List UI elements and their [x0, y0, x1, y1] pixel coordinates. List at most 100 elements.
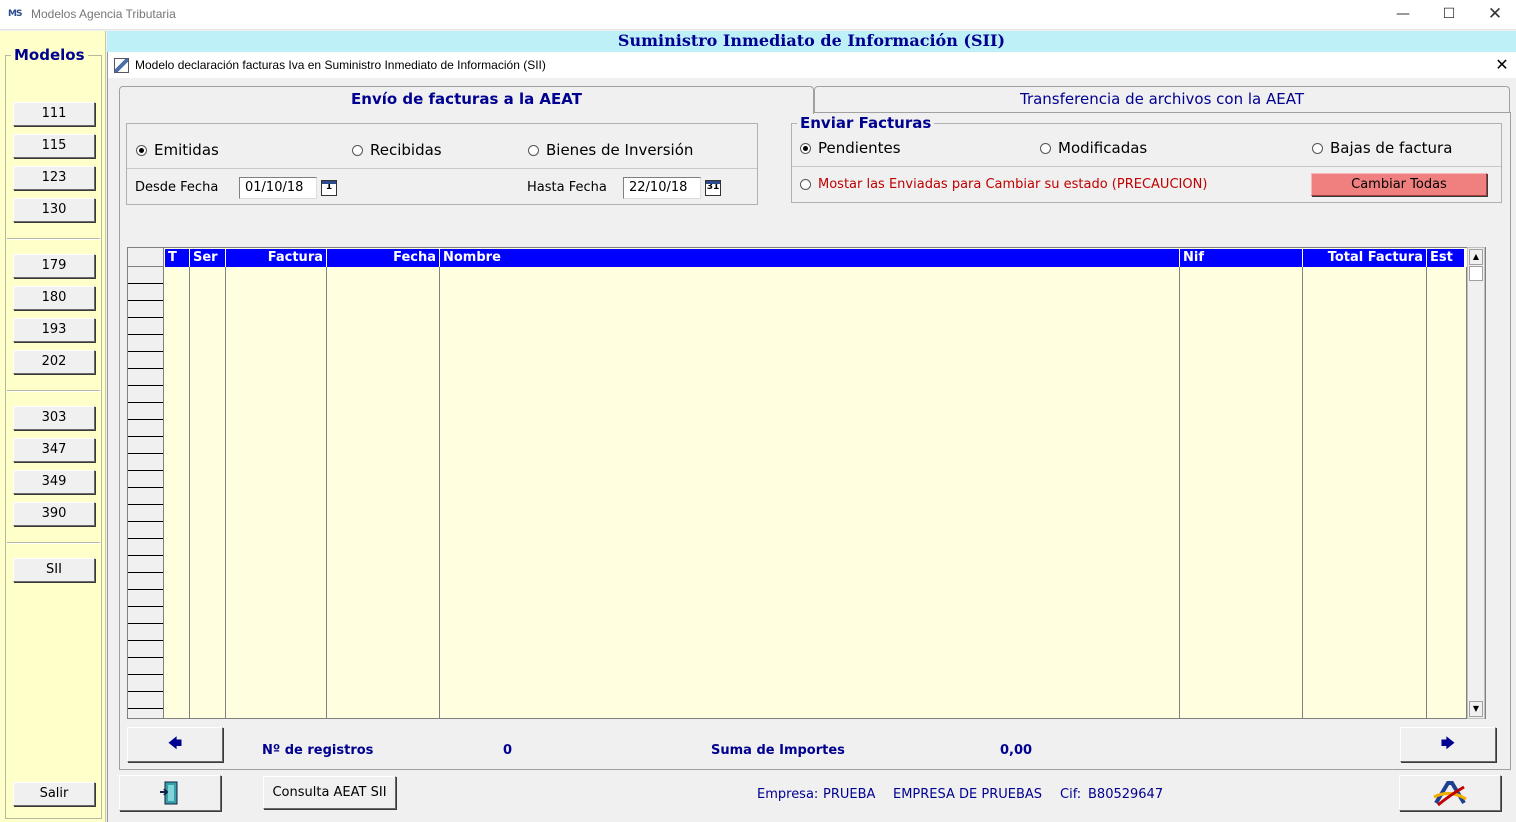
modelo-347-button[interactable]: 347 — [13, 438, 95, 462]
modelo-130-button[interactable]: 130 — [13, 198, 95, 222]
radio-checked-icon — [800, 142, 811, 154]
minimize-button[interactable]: — — [1380, 3, 1426, 27]
radio-label: Recibidas — [370, 141, 442, 159]
divider — [127, 168, 757, 169]
radio-label: Bienes de Inversión — [546, 141, 694, 159]
radio-modificadas[interactable]: Modificadas — [1040, 139, 1147, 157]
app-logo-icon: MS — [8, 9, 22, 19]
page-title: Suministro Inmediato de Información (SII… — [107, 31, 1516, 52]
column-divider — [1302, 267, 1303, 718]
aeat-logo-button[interactable] — [1399, 775, 1501, 811]
empresa-label: Empresa: — [757, 787, 819, 802]
divider — [792, 166, 1501, 167]
radio-label: Modificadas — [1058, 139, 1148, 157]
calendar-icon[interactable]: 31 — [705, 180, 721, 196]
scroll-up-icon[interactable]: ▲ — [1469, 249, 1483, 265]
modelo-123-button[interactable]: 123 — [13, 166, 95, 190]
column-divider — [439, 267, 440, 718]
radio-unchecked-icon — [1312, 142, 1323, 154]
col-header-nombre[interactable]: Nombre — [440, 249, 1180, 267]
modelo-179-button[interactable]: 179 — [13, 254, 95, 278]
exit-door-icon — [160, 781, 178, 805]
salir-button[interactable]: Salir — [13, 782, 95, 806]
modelo-303-button[interactable]: 303 — [13, 406, 95, 430]
importes-label: Suma de Importes — [711, 743, 845, 758]
radio-unchecked-icon — [528, 144, 539, 156]
radio-label: Mostar las Enviadas para Cambiar su esta… — [818, 177, 1208, 192]
column-divider — [189, 267, 190, 718]
col-header-est[interactable]: Est — [1427, 249, 1465, 267]
col-header-factura[interactable]: Factura — [226, 249, 327, 267]
col-header-ser[interactable]: Ser — [190, 249, 226, 267]
table-corner — [128, 248, 164, 267]
column-divider — [1179, 267, 1180, 718]
importes-value: 0,00 — [1000, 743, 1033, 758]
table-scrollbar[interactable]: ▲ ▼ — [1467, 247, 1485, 719]
radio-bienes-inversion[interactable]: Bienes de Inversión — [528, 141, 693, 159]
radio-emitidas[interactable]: Emitidas — [136, 141, 219, 159]
radio-unchecked-icon — [352, 144, 363, 156]
app-titlebar: MS Modelos Agencia Tributaria — ☐ ✕ — [0, 0, 1516, 30]
facturas-table[interactable]: T Ser Factura Fecha Nombre Nif Total Fac… — [127, 247, 1486, 719]
child-titlebar: Modelo declaración facturas Iva en Sumin… — [108, 52, 1516, 78]
hasta-fecha-input[interactable]: 22/10/18 — [623, 177, 701, 199]
col-header-fecha[interactable]: Fecha — [327, 249, 440, 267]
next-page-button[interactable]: 🡆 — [1400, 727, 1496, 762]
radio-recibidas[interactable]: Recibidas — [352, 141, 442, 159]
cambiar-todas-button[interactable]: Cambiar Todas — [1311, 173, 1487, 196]
cif-value: B80529647 — [1088, 787, 1164, 802]
prev-page-button[interactable]: 🡄 — [127, 727, 223, 762]
modelo-115-button[interactable]: 115 — [13, 134, 95, 158]
modelo-390-button[interactable]: 390 — [13, 502, 95, 526]
sidebar-divider — [7, 542, 100, 544]
calendar-icon[interactable]: 1 — [321, 180, 337, 196]
radio-pendientes[interactable]: Pendientes — [800, 139, 901, 157]
desde-fecha-label: Desde Fecha — [135, 180, 219, 195]
close-child-button[interactable]: ✕ — [1492, 55, 1512, 75]
radio-checked-icon — [136, 144, 147, 156]
col-header-t[interactable]: T — [165, 249, 190, 267]
consulta-aeat-sii-button[interactable]: Consulta AEAT SII — [263, 776, 396, 809]
radio-label: Pendientes — [818, 139, 901, 157]
close-app-button[interactable]: ✕ — [1472, 3, 1516, 27]
column-divider — [1426, 267, 1427, 718]
sidebar-divider — [7, 238, 100, 240]
child-window-title: Modelo declaración facturas Iva en Sumin… — [135, 58, 546, 72]
radio-label: Emitidas — [154, 141, 219, 159]
cif-label: Cif: — [1060, 787, 1082, 802]
modelos-title: Modelos — [11, 46, 88, 64]
tab-transferencia-archivos[interactable]: Transferencia de archivos con la AEAT — [814, 86, 1510, 112]
desde-fecha-input[interactable]: 01/10/18 — [239, 177, 317, 199]
tab-envio-facturas[interactable]: Envío de facturas a la AEAT — [119, 86, 814, 114]
hasta-fecha-label: Hasta Fecha — [527, 180, 607, 195]
sidebar-divider — [7, 390, 100, 392]
modelo-sii-button[interactable]: SII — [13, 558, 95, 582]
radio-unchecked-icon — [1040, 142, 1051, 154]
sii-child-window: Modelo declaración facturas Iva en Sumin… — [107, 52, 1516, 822]
app-title: Modelos Agencia Tributaria — [31, 7, 176, 21]
radio-bajas-factura[interactable]: Bajas de factura — [1312, 139, 1452, 157]
exit-door-button[interactable] — [119, 775, 221, 811]
registros-value: 0 — [503, 743, 513, 758]
aeat-logo-icon — [1433, 781, 1467, 807]
modelo-202-button[interactable]: 202 — [13, 350, 95, 374]
modelo-111-button[interactable]: 111 — [13, 102, 95, 126]
row-headers — [128, 267, 164, 718]
document-icon — [114, 58, 129, 73]
radio-unchecked-icon — [800, 179, 811, 190]
registros-label: Nº de registros — [262, 743, 374, 758]
col-header-total[interactable]: Total Factura — [1303, 249, 1427, 267]
modelo-180-button[interactable]: 180 — [13, 286, 95, 310]
scroll-thumb[interactable] — [1469, 266, 1483, 281]
radio-mostrar-enviadas[interactable]: Mostar las Enviadas para Cambiar su esta… — [800, 177, 1207, 192]
enviar-facturas-title: Enviar Facturas — [797, 114, 935, 132]
col-header-nif[interactable]: Nif — [1180, 249, 1303, 267]
modelo-193-button[interactable]: 193 — [13, 318, 95, 342]
scroll-down-icon[interactable]: ▼ — [1469, 701, 1483, 717]
radio-label: Bajas de factura — [1330, 139, 1453, 157]
maximize-button[interactable]: ☐ — [1426, 3, 1472, 27]
modelos-sidebar: Modelos 111 115 123 130 179 180 193 202 … — [0, 31, 106, 822]
empresa-code: PRUEBA — [823, 787, 876, 802]
modelo-349-button[interactable]: 349 — [13, 470, 95, 494]
empresa-name: EMPRESA DE PRUEBAS — [893, 787, 1043, 802]
